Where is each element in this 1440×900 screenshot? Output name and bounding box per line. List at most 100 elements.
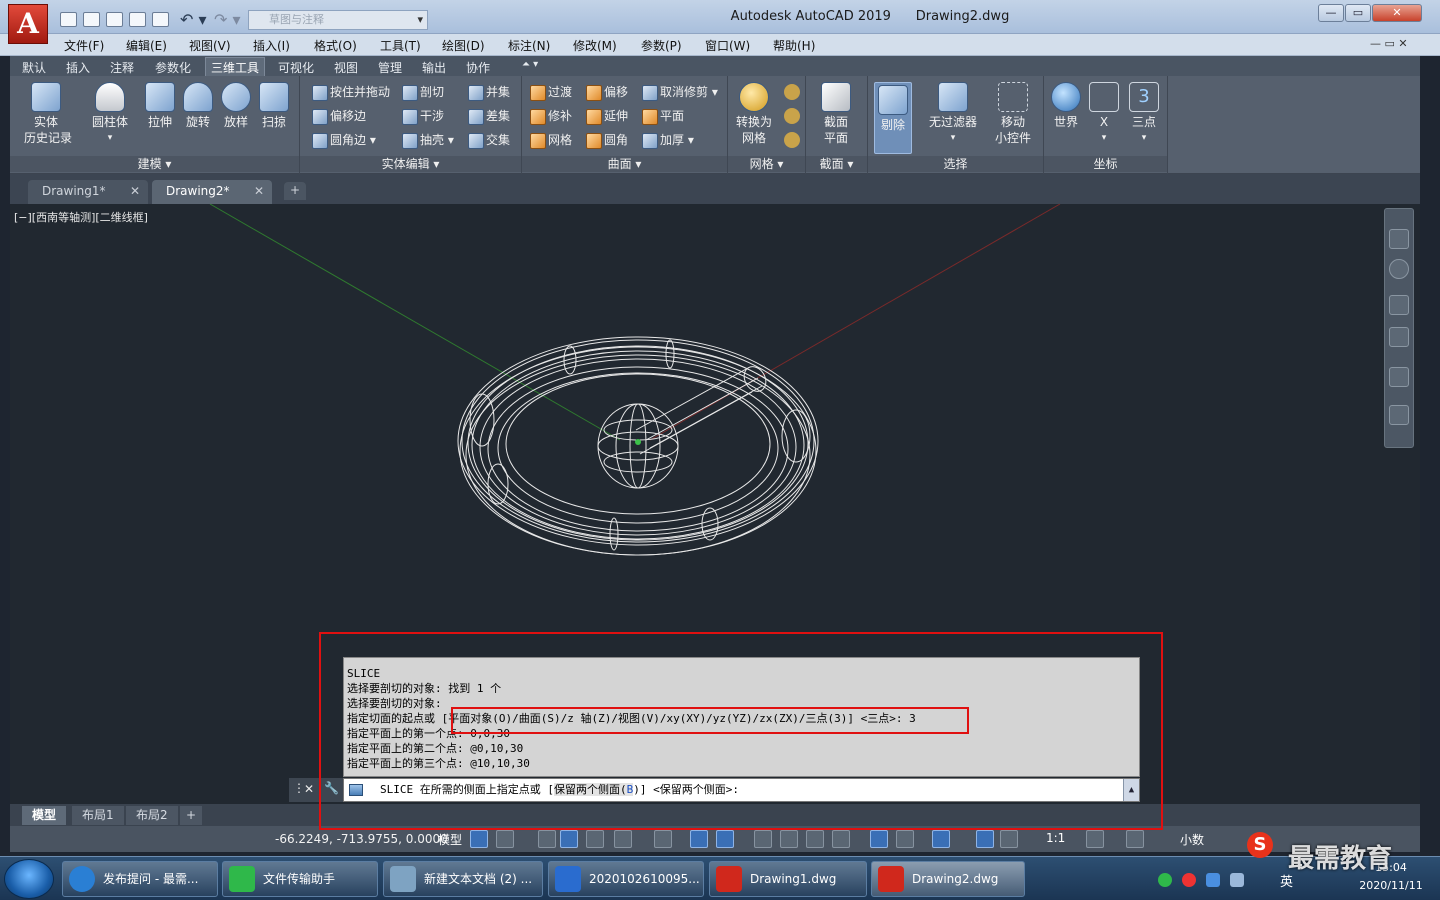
grid-icon[interactable] <box>470 830 488 848</box>
panel-section-title[interactable]: 截面 ▾ <box>806 156 867 172</box>
minimize-button[interactable]: — <box>1318 4 1344 22</box>
dynamic-input-icon[interactable] <box>560 830 578 848</box>
close-icon[interactable]: ✕ <box>130 180 140 202</box>
tab-output[interactable]: 输出 <box>422 59 446 76</box>
network-button[interactable]: 网格 <box>528 130 572 150</box>
infer-constraints-icon[interactable] <box>538 830 556 848</box>
taskbar-item-ie[interactable]: 发布提问 - 最需... <box>62 861 218 897</box>
convert-to-mesh-button[interactable]: 转换为 网格 <box>732 82 776 146</box>
pan-hand-icon[interactable] <box>1389 295 1409 315</box>
layout-tab-model[interactable]: 模型 <box>22 806 67 825</box>
steering-wheel-icon[interactable] <box>1389 259 1409 279</box>
cursor-coordinates[interactable]: -66.2249, -713.9755, 0.0000 <box>275 832 448 846</box>
panel-solid-edit-title[interactable]: 实体编辑 ▾ <box>300 156 521 172</box>
subtract-button[interactable]: 差集 <box>466 106 510 126</box>
union-button[interactable]: 并集 <box>466 82 510 102</box>
transparency-icon[interactable] <box>780 830 798 848</box>
print-icon[interactable] <box>152 12 169 27</box>
menu-modify[interactable]: 修改(M) <box>573 37 617 54</box>
menu-file[interactable]: 文件(F) <box>64 37 104 54</box>
viewcube-icon[interactable] <box>1389 229 1409 249</box>
solid-history-button[interactable]: 实体 历史记录 <box>24 82 72 146</box>
orbit-icon[interactable] <box>1389 367 1409 387</box>
tab-collaborate[interactable]: 协作 <box>466 59 490 76</box>
start-button[interactable] <box>4 859 54 899</box>
tab-insert[interactable]: 插入 <box>66 59 90 76</box>
menu-edit[interactable]: 编辑(E) <box>126 37 167 54</box>
ribbon-minimize-icon[interactable]: ⏶ ▾ <box>522 59 538 70</box>
auto-scale-icon[interactable] <box>1000 830 1018 848</box>
dynamic-ucs-icon[interactable] <box>870 830 888 848</box>
layout-tab-1[interactable]: 布局1 <box>72 806 124 825</box>
presspull-button[interactable]: 按住并拖动 <box>310 82 390 102</box>
patch-button[interactable]: 修补 <box>528 106 572 126</box>
menu-view[interactable]: 视图(V) <box>189 37 231 54</box>
tab-annotate[interactable]: 注释 <box>110 59 134 76</box>
close-icon[interactable]: ✕ <box>254 180 264 202</box>
network-tray-icon[interactable] <box>1230 873 1244 887</box>
taskbar-item-notepad[interactable]: 新建文本文档 (2) ... <box>383 861 543 897</box>
ortho-icon[interactable] <box>586 830 604 848</box>
save-as-icon[interactable] <box>129 12 146 27</box>
workspace-select[interactable]: 草图与注释 ▾ <box>248 10 428 30</box>
tab-visualize[interactable]: 可视化 <box>278 59 314 76</box>
isodraft-icon[interactable] <box>654 830 672 848</box>
tab-manage[interactable]: 管理 <box>378 59 402 76</box>
snap-icon[interactable] <box>496 830 514 848</box>
slice-button[interactable]: 剖切 <box>400 82 444 102</box>
surface-extend-button[interactable]: 延伸 <box>584 106 628 126</box>
doc-tab-drawing1[interactable]: Drawing1* ✕ <box>28 180 148 204</box>
add-layout-button[interactable]: + <box>180 806 203 825</box>
selection-cycling-icon[interactable] <box>806 830 824 848</box>
undo-icon[interactable]: ↶ ▾ <box>180 10 207 29</box>
panel-surface-title[interactable]: 曲面 ▾ <box>522 156 727 172</box>
redo-icon[interactable]: ↷ ▾ <box>214 10 241 29</box>
menu-draw[interactable]: 绘图(D) <box>442 37 485 54</box>
mesh-tool-icon-1[interactable] <box>784 84 800 100</box>
section-plane-button[interactable]: 截面 平面 <box>814 82 858 146</box>
close-button[interactable]: ✕ <box>1372 4 1422 22</box>
ucs-world-button[interactable]: 世界 <box>1046 82 1086 130</box>
open-file-icon[interactable] <box>83 12 100 27</box>
selection-filter-icon[interactable] <box>896 830 914 848</box>
move-gizmo-button[interactable]: 移动 小控件 <box>988 82 1038 146</box>
shell-button[interactable]: 抽壳 ▾ <box>400 130 454 150</box>
doc-window-controls[interactable]: — ▭ ✕ <box>1370 37 1408 50</box>
panel-mesh-title[interactable]: 网格 ▾ <box>728 156 805 172</box>
untrim-button[interactable]: 取消修剪 ▾ <box>640 82 718 102</box>
menu-insert[interactable]: 插入(I) <box>253 37 290 54</box>
model-space-button[interactable]: 模型 <box>438 831 462 848</box>
polar-icon[interactable] <box>614 830 632 848</box>
workspace-gear-icon[interactable] <box>1086 830 1104 848</box>
autocad-logo[interactable]: A <box>8 4 48 44</box>
offset-edge-button[interactable]: 偏移边 <box>310 106 366 126</box>
zoom-icon[interactable] <box>1389 327 1409 347</box>
taskbar-item-drawing1[interactable]: Drawing1.dwg <box>709 861 867 897</box>
surface-offset-button[interactable]: 偏移 <box>584 82 628 102</box>
gizmo-icon[interactable] <box>932 830 950 848</box>
restore-button[interactable]: ▭ <box>1345 4 1371 22</box>
menu-dimension[interactable]: 标注(N) <box>508 37 550 54</box>
thicken-button[interactable]: 加厚 ▾ <box>640 130 694 150</box>
mesh-tool-icon-2[interactable] <box>784 108 800 124</box>
new-tab-button[interactable]: + <box>284 182 306 200</box>
sogou-ime-icon[interactable]: S <box>1247 832 1273 858</box>
save-icon[interactable] <box>106 12 123 27</box>
menu-help[interactable]: 帮助(H) <box>773 37 815 54</box>
new-file-icon[interactable] <box>60 12 77 27</box>
taskbar-item-drawing2[interactable]: Drawing2.dwg <box>871 861 1025 897</box>
interfere-button[interactable]: 干涉 <box>400 106 444 126</box>
no-filter-button[interactable]: 无过滤器 ▾ <box>924 82 982 146</box>
ucs-3point-button[interactable]: 3 三点 ▾ <box>1124 82 1164 146</box>
surface-fillet-button[interactable]: 圆角 <box>584 130 628 150</box>
lineweight-icon[interactable] <box>754 830 772 848</box>
menu-window[interactable]: 窗口(W) <box>705 37 750 54</box>
showmotion-icon[interactable] <box>1389 405 1409 425</box>
loft-button[interactable]: 放样 <box>216 82 256 130</box>
tab-3d-tools[interactable]: 三维工具 <box>205 57 266 76</box>
menu-tools[interactable]: 工具(T) <box>380 37 421 54</box>
taskbar-item-word[interactable]: 2020102610095... <box>548 861 704 897</box>
planar-button[interactable]: 平面 <box>640 106 684 126</box>
mesh-tool-icon-3[interactable] <box>784 132 800 148</box>
annotation-monitor-icon[interactable] <box>1126 830 1144 848</box>
